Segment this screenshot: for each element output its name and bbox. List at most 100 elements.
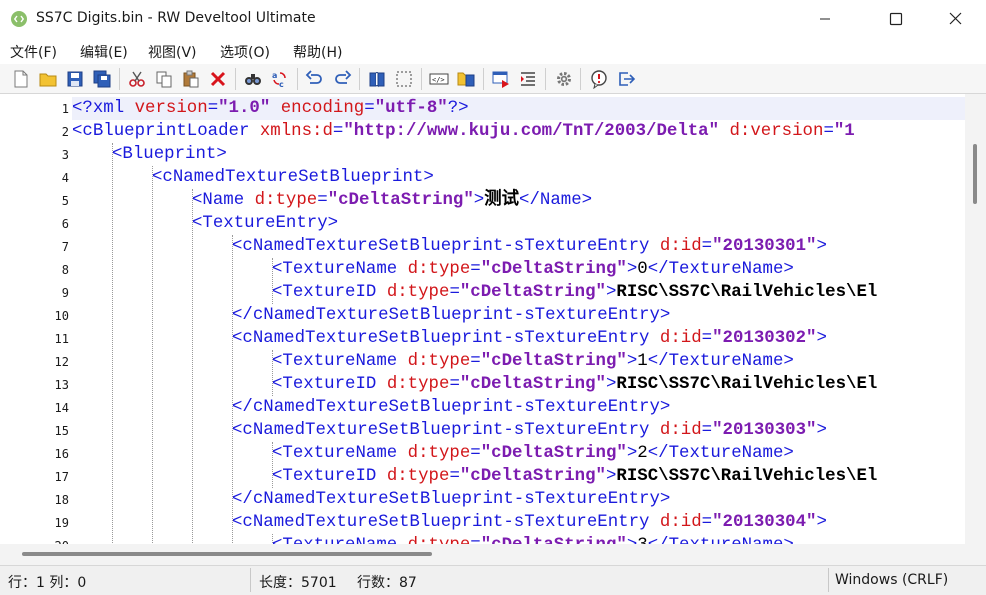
minimize-button[interactable] [802, 0, 848, 38]
line-number: 17 [54, 470, 69, 484]
code-line: <cNamedTextureSetBlueprint> [152, 166, 434, 189]
code-line: <?xml version="1.0" encoding="utf-8"?> [72, 97, 469, 120]
menu-view[interactable]: 视图(V) [148, 42, 197, 62]
code-token: </TextureName> [647, 352, 794, 371]
code-line: <cNamedTextureSetBlueprint-sTextureEntry… [232, 511, 827, 534]
code-token: d:id [659, 237, 702, 256]
menu-help[interactable]: 帮助(H) [293, 42, 342, 62]
settings-icon[interactable] [554, 69, 574, 89]
select-icon[interactable] [394, 69, 414, 89]
line-count: 行数：87 [357, 575, 417, 591]
code-line: <Name d:type="cDeltaString">测试</Name> [192, 189, 592, 212]
code-token: "cDeltaString" [480, 444, 627, 463]
code-token: d:version [719, 122, 824, 141]
open-folder-icon[interactable] [38, 69, 58, 89]
code-token: <TextureName [272, 260, 408, 279]
code-token: </cNamedTextureSetBlueprint-sTextureEntr… [232, 306, 671, 325]
find-icon[interactable] [243, 69, 263, 89]
new-file-icon[interactable] [11, 69, 31, 89]
code-token: 测试 [484, 191, 520, 210]
code-token: = [701, 513, 713, 532]
line-number: 4 [61, 171, 69, 185]
replace-icon[interactable]: ac [270, 69, 290, 89]
code-token: 2 [637, 444, 648, 463]
save-icon[interactable] [65, 69, 85, 89]
toolbar-separator [483, 68, 484, 90]
code-token: <TextureName [272, 352, 408, 371]
info-icon[interactable] [589, 69, 609, 89]
code-token: d:type [386, 467, 450, 486]
line-number: 10 [54, 309, 69, 323]
line-number: 5 [61, 194, 69, 208]
code-line: <cNamedTextureSetBlueprint-sTextureEntry… [232, 235, 827, 258]
code-token: = [449, 467, 460, 486]
code-token: "20130303" [712, 421, 817, 440]
code-token: <TextureEntry> [192, 214, 339, 233]
code-line: <TextureID d:type="cDeltaString">RISC\SS… [272, 281, 877, 304]
code-token: 0 [637, 260, 648, 279]
tag-icon[interactable]: </> [429, 69, 449, 89]
copy-icon[interactable] [154, 69, 174, 89]
save-all-icon[interactable] [92, 69, 112, 89]
cursor-position: 行：1 列：0 [8, 575, 87, 591]
status-separator [828, 568, 829, 592]
document-length: 长度：5701 [259, 575, 337, 591]
book-icon[interactable] [367, 69, 387, 89]
code-line: <TextureName d:type="cDeltaString">0</Te… [272, 258, 794, 281]
delete-icon[interactable] [208, 69, 228, 89]
maximize-button[interactable] [873, 0, 919, 38]
code-area[interactable]: <?xml version="1.0" encoding="utf-8"?> <c… [72, 94, 965, 544]
code-token: "cDeltaString" [481, 536, 627, 544]
code-token: </TextureName> [647, 260, 794, 279]
code-token: = [701, 237, 713, 256]
line-number: 11 [54, 332, 69, 346]
run-icon[interactable] [491, 69, 511, 89]
line-number: 19 [54, 516, 69, 530]
code-token: d:id [659, 513, 702, 532]
code-line: <Blueprint> [112, 143, 227, 166]
code-token: d:type [407, 352, 471, 371]
code-token: ?> [447, 99, 469, 118]
svg-text:</>: </> [432, 76, 445, 84]
line-number: 14 [54, 401, 69, 415]
vertical-scrollbar[interactable] [965, 94, 986, 544]
code-token: <TextureID [272, 375, 387, 394]
code-token: = [701, 421, 713, 440]
code-token: "1 [833, 122, 855, 141]
code-token: <Blueprint> [112, 145, 227, 164]
line-number: 15 [54, 424, 69, 438]
code-token: "1.0" [218, 99, 271, 118]
horizontal-scrollbar-thumb[interactable] [22, 552, 432, 556]
paste-icon[interactable] [181, 69, 201, 89]
indent-icon[interactable] [518, 69, 538, 89]
code-token: <cNamedTextureSetBlueprint-sTextureEntry [232, 421, 660, 440]
code-token: </TextureName> [647, 444, 794, 463]
clipboard-folder-icon[interactable] [456, 69, 476, 89]
code-token: = [470, 536, 480, 544]
menu-bar: 文件(F) 编辑(E) 视图(V) 选项(O) 帮助(H) [0, 38, 986, 64]
code-token: > [626, 260, 638, 279]
code-token: <TextureID [272, 467, 387, 486]
code-token: <cNamedTextureSetBlueprint-sTextureEntry [232, 237, 660, 256]
menu-file[interactable]: 文件(F) [10, 42, 57, 62]
redo-icon[interactable] [332, 69, 352, 89]
menu-options[interactable]: 选项(O) [220, 42, 270, 62]
code-editor[interactable]: 1234567891011121314151617181920 <?xml ve… [0, 94, 986, 544]
code-token: d:type [407, 444, 471, 463]
code-token: = [449, 283, 460, 302]
code-token: > [816, 421, 827, 440]
close-button[interactable] [932, 0, 978, 38]
undo-icon[interactable] [305, 69, 325, 89]
menu-edit[interactable]: 编辑(E) [80, 42, 128, 62]
cut-icon[interactable] [127, 69, 147, 89]
code-line: <cNamedTextureSetBlueprint-sTextureEntry… [232, 419, 827, 442]
line-number: 18 [54, 493, 69, 507]
svg-text:a: a [272, 71, 277, 80]
vertical-scrollbar-thumb[interactable] [973, 144, 977, 204]
horizontal-scrollbar[interactable] [0, 544, 965, 565]
code-token: <TextureName [272, 444, 408, 463]
code-token: d:type [408, 536, 471, 544]
toolbar-separator [297, 68, 298, 90]
exit-icon[interactable] [616, 69, 636, 89]
line-number: 9 [61, 286, 69, 300]
